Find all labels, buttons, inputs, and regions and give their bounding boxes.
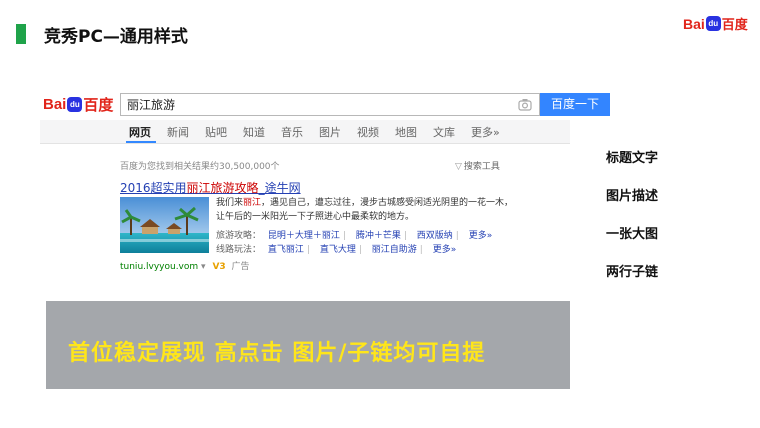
sublink[interactable]: 西双版纳 xyxy=(417,231,453,241)
tab-zhidao[interactable]: 知道 xyxy=(243,124,265,140)
sublink-row-label: 线路玩法： xyxy=(216,245,262,255)
sublink[interactable]: 直飞大理 xyxy=(320,245,356,255)
result-url[interactable]: tuniu.lvyyou.vom xyxy=(120,262,198,272)
sublink[interactable]: 直飞丽江 xyxy=(268,245,304,255)
search-results-screenshot: Bai du 百度 百度一下 网页 新闻 贴吧 知道 音乐 图片 视频 地图 文… xyxy=(40,90,610,272)
banner-text: 首位稳定展现 高点击 图片/子链均可自提 xyxy=(68,341,486,366)
logo-text-left: Bai xyxy=(43,96,67,113)
result-description: 我们来丽江，遇见自己，遭忘过往，漫步古城感受闲适光阴里的一花一木，让午后的一米阳… xyxy=(216,196,516,224)
title-suffix: _途牛网 xyxy=(258,181,301,195)
tab-video[interactable]: 视频 xyxy=(357,124,379,140)
link-separator: | xyxy=(403,231,407,241)
result-url-line: tuniu.lvyyou.vom ▾ V3 广告 xyxy=(120,259,250,272)
sublink[interactable]: 丽江自助游 xyxy=(372,245,417,255)
result-thumbnail[interactable] xyxy=(120,197,209,253)
title-prefix: 2016超实用 xyxy=(120,181,187,195)
result-count: 百度为您找到相关结果约30,500,000个 xyxy=(120,162,280,172)
feature-label-sublinks: 两行子链 xyxy=(606,265,659,280)
search-input[interactable] xyxy=(121,94,481,115)
page-title: 竞秀PC—通用样式 xyxy=(44,27,188,47)
search-tabs: 网页 新闻 贴吧 知道 音乐 图片 视频 地图 文库 更多» xyxy=(40,120,570,144)
sublink-row-2: 线路玩法： 直飞丽江 | 直飞大理 | 丽江自助游 | 更多» xyxy=(216,242,456,255)
search-tools-label: 搜索工具 xyxy=(463,162,500,172)
feature-label-big-image: 一张大图 xyxy=(606,227,659,242)
tab-wenku[interactable]: 文库 xyxy=(433,124,455,140)
trust-badge[interactable]: V3 xyxy=(212,262,225,272)
paw-icon: du xyxy=(705,16,721,31)
resort-image xyxy=(120,197,209,253)
desc-highlight: 丽江 xyxy=(243,198,262,208)
tab-web[interactable]: 网页 xyxy=(129,124,151,140)
logo-text-left: Bai xyxy=(683,15,705,32)
paw-icon: du xyxy=(67,97,83,112)
logo-text-right: 百度 xyxy=(721,17,748,32)
camera-icon[interactable] xyxy=(518,98,532,111)
tab-tieba[interactable]: 贴吧 xyxy=(205,124,227,140)
feature-label-image-desc: 图片描述 xyxy=(606,189,659,204)
feature-label-title: 标题文字 xyxy=(606,151,659,166)
baidu-logo: Bai du 百度 xyxy=(683,14,748,33)
title-accent-bar xyxy=(16,24,26,44)
link-separator: | xyxy=(306,245,310,255)
tab-more[interactable]: 更多» xyxy=(471,124,500,140)
dropdown-arrow-icon[interactable]: ▾ xyxy=(201,262,206,272)
sublink-row-1: 旅游攻略： 昆明＋大理＋丽江 | 腾冲＋芒果 | 西双版纳 | 更多» xyxy=(216,228,492,241)
logo-text-right: 百度 xyxy=(83,97,114,114)
link-separator: | xyxy=(419,245,423,255)
sublink-more[interactable]: 更多» xyxy=(433,245,457,255)
search-logo[interactable]: Bai du 百度 xyxy=(43,94,113,115)
search-box xyxy=(120,93,540,116)
tab-map[interactable]: 地图 xyxy=(395,124,417,140)
desc-body: ，遇见自己，遭忘过往，漫步古城感受闲适光阴里的一花一木，让午后的一米阳光一下子照… xyxy=(216,198,514,222)
link-separator: | xyxy=(342,231,346,241)
title-highlight: 丽江旅游攻略 xyxy=(186,181,259,195)
link-separator: | xyxy=(358,245,362,255)
active-tab-indicator xyxy=(126,141,156,143)
tab-images[interactable]: 图片 xyxy=(319,124,341,140)
tab-music[interactable]: 音乐 xyxy=(281,124,303,140)
desc-prefix: 我们来 xyxy=(216,198,244,208)
ad-label: 广告 xyxy=(231,262,250,272)
search-header: Bai du 百度 百度一下 xyxy=(40,90,610,118)
tab-news[interactable]: 新闻 xyxy=(167,124,189,140)
search-tools[interactable]: ▽ 搜索工具 xyxy=(455,159,500,172)
sublink[interactable]: 腾冲＋芒果 xyxy=(356,231,401,241)
link-separator: | xyxy=(455,231,459,241)
feature-banner: 首位稳定展现 高点击 图片/子链均可自提 xyxy=(46,301,570,389)
sublink-row-label: 旅游攻略： xyxy=(216,231,262,241)
filter-icon: ▽ xyxy=(455,162,462,172)
sublink-more[interactable]: 更多» xyxy=(469,231,493,241)
result-title-link[interactable]: 2016超实用丽江旅游攻略_途牛网 xyxy=(120,179,301,196)
search-button[interactable]: 百度一下 xyxy=(540,93,610,116)
sublink[interactable]: 昆明＋大理＋丽江 xyxy=(268,231,340,241)
